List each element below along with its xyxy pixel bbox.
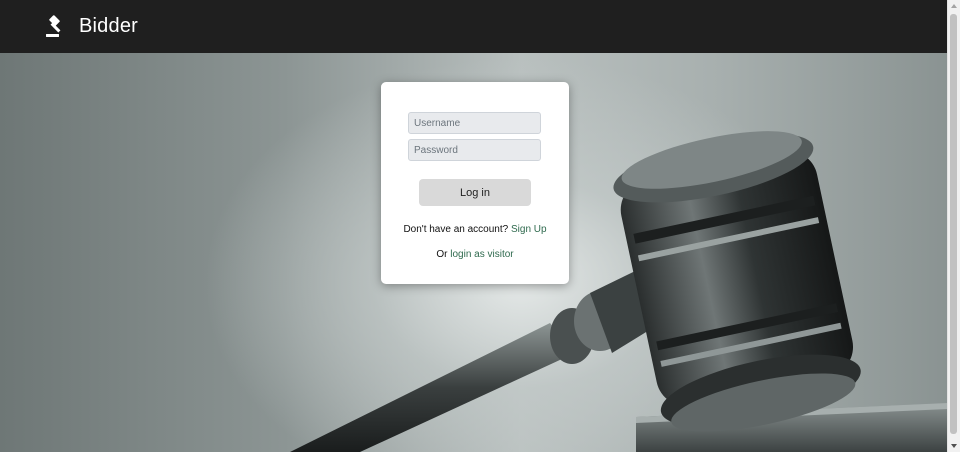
signup-line: Don't have an account? Sign Up <box>381 224 569 235</box>
gavel-icon <box>44 14 68 39</box>
visitor-prefix: Or <box>436 249 448 260</box>
password-input[interactable] <box>408 139 541 161</box>
visitor-login-link[interactable]: login as visitor <box>450 249 513 260</box>
page-scrollbar[interactable] <box>947 0 960 452</box>
login-card: Log in Don't have an account? Sign Up Or… <box>381 82 569 284</box>
scroll-thumb[interactable] <box>950 14 957 434</box>
brand-name: Bidder <box>79 15 139 37</box>
navbar: Bidder <box>0 0 948 53</box>
brand[interactable]: Bidder <box>44 14 139 39</box>
scroll-down-icon[interactable] <box>951 444 957 448</box>
username-input[interactable] <box>408 112 541 134</box>
signup-link[interactable]: Sign Up <box>511 224 547 235</box>
login-button[interactable]: Log in <box>419 179 531 206</box>
visitor-line: Or login as visitor <box>381 249 569 260</box>
scroll-up-icon[interactable] <box>951 4 957 8</box>
signup-prompt: Don't have an account? <box>403 224 509 235</box>
